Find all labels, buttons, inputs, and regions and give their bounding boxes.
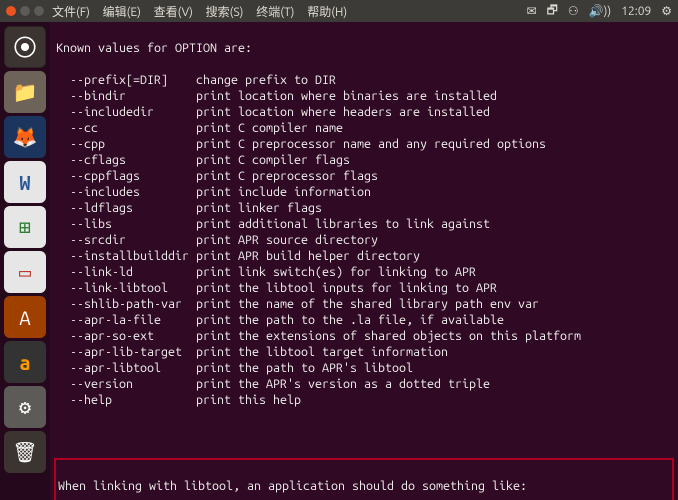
option-desc: print additional libraries to link again… <box>196 216 490 232</box>
option-line: --cflagsprint C compiler flags <box>56 152 672 168</box>
window-controls <box>6 6 44 16</box>
unity-launcher: 📁 🦊 W ⊞ ▭ A a ⚙ 🗑 <box>0 22 50 500</box>
option-desc: print the name of the shared library pat… <box>196 296 539 312</box>
option-desc: print the APR's version as a dotted trip… <box>196 376 490 392</box>
dash-button[interactable] <box>4 26 46 68</box>
option-line: --link-libtoolprint the libtool inputs f… <box>56 280 672 296</box>
option-line: --apr-la-fileprint the path to the .la f… <box>56 312 672 328</box>
option-line: --includesprint include information <box>56 184 672 200</box>
option-flag: --libs <box>56 216 196 232</box>
menu-terminal[interactable]: 终端(T) <box>256 6 294 19</box>
option-flag: --help <box>56 392 196 408</box>
writer-button[interactable]: W <box>4 161 46 203</box>
option-line: --cppflagsprint C preprocessor flags <box>56 168 672 184</box>
option-desc: print link switch(es) for linking to APR <box>196 264 476 280</box>
option-flag: --version <box>56 376 196 392</box>
maximize-icon[interactable] <box>34 6 44 16</box>
option-line: --installbuilddirprint APR build helper … <box>56 248 672 264</box>
option-flag: --prefix[=DIR] <box>56 72 196 88</box>
option-flag: --cppflags <box>56 168 196 184</box>
firefox-button[interactable]: 🦊 <box>4 116 46 158</box>
option-desc: print APR build helper directory <box>196 248 420 264</box>
option-flag: --shlib-path-var <box>56 296 196 312</box>
option-flag: --cpp <box>56 136 196 152</box>
options-header: Known values for OPTION are: <box>56 40 672 56</box>
minimize-icon[interactable] <box>20 6 30 16</box>
option-line: --srcdirprint APR source directory <box>56 232 672 248</box>
option-flag: --includedir <box>56 104 196 120</box>
option-desc: print the libtool target information <box>196 344 448 360</box>
option-flag: --cc <box>56 120 196 136</box>
option-line: --includedirprint location where headers… <box>56 104 672 120</box>
option-line: --helpprint this help <box>56 392 672 408</box>
option-line: --apr-lib-targetprint the libtool target… <box>56 344 672 360</box>
option-desc: print the libtool inputs for linking to … <box>196 280 497 296</box>
option-flag: --srcdir <box>56 232 196 248</box>
app-menus: 文件(F) 编辑(E) 查看(V) 搜索(S) 终端(T) 帮助(H) <box>52 3 357 20</box>
option-line: --link-ldprint link switch(es) for linki… <box>56 264 672 280</box>
highlight-box: When linking with libtool, an applicatio… <box>54 458 674 500</box>
option-flag: --includes <box>56 184 196 200</box>
clock[interactable]: 12:09 <box>621 5 651 18</box>
option-desc: print C compiler flags <box>196 152 350 168</box>
option-line: --libsprint additional libraries to link… <box>56 216 672 232</box>
session-icon[interactable]: ⚙ <box>661 4 672 18</box>
option-desc: print location where headers are install… <box>196 104 490 120</box>
volume-icon[interactable]: 🔊)) <box>589 4 612 18</box>
option-line: --apr-so-extprint the extensions of shar… <box>56 328 672 344</box>
menu-search[interactable]: 搜索(S) <box>206 6 244 19</box>
calc-button[interactable]: ⊞ <box>4 206 46 248</box>
option-desc: print C preprocessor name and any requir… <box>196 136 546 152</box>
menu-edit[interactable]: 编辑(E) <box>103 6 141 19</box>
amazon-button[interactable]: a <box>4 341 46 383</box>
option-desc: print linker flags <box>196 200 322 216</box>
option-flag: --installbuilddir <box>56 248 196 264</box>
network-icon[interactable]: 🗗 <box>547 1 558 22</box>
option-desc: print C compiler name <box>196 120 343 136</box>
menubar: 文件(F) 编辑(E) 查看(V) 搜索(S) 终端(T) 帮助(H) ✉ 🗗 … <box>0 0 678 22</box>
option-desc: print the path to APR's libtool <box>196 360 413 376</box>
option-line: --ccprint C compiler name <box>56 120 672 136</box>
software-button[interactable]: A <box>4 296 46 338</box>
option-line: --prefix[=DIR]change prefix to DIR <box>56 72 672 88</box>
option-desc: print include information <box>196 184 371 200</box>
option-line: --shlib-path-varprint the name of the sh… <box>56 296 672 312</box>
option-flag: --apr-la-file <box>56 312 196 328</box>
option-flag: --apr-lib-target <box>56 344 196 360</box>
menu-file[interactable]: 文件(F) <box>52 6 90 19</box>
option-desc: print C preprocessor flags <box>196 168 378 184</box>
option-desc: change prefix to DIR <box>196 72 336 88</box>
option-flag: --cflags <box>56 152 196 168</box>
trash-button[interactable]: 🗑 <box>4 431 46 473</box>
mail-icon[interactable]: ✉ <box>527 4 537 18</box>
option-flag: --link-libtool <box>56 280 196 296</box>
option-flag: --ldflags <box>56 200 196 216</box>
option-desc: print the extensions of shared objects o… <box>196 328 581 344</box>
close-icon[interactable] <box>6 6 16 16</box>
option-flag: --bindir <box>56 88 196 104</box>
system-tray: ✉ 🗗 ⚇ 🔊)) 12:09 ⚙ <box>527 1 672 22</box>
menu-help[interactable]: 帮助(H) <box>307 6 347 19</box>
option-desc: print location where binaries are instal… <box>196 88 497 104</box>
terminal-output[interactable]: Known values for OPTION are: --prefix[=D… <box>50 22 678 500</box>
option-flag: --apr-libtool <box>56 360 196 376</box>
impress-button[interactable]: ▭ <box>4 251 46 293</box>
option-flag: --link-ld <box>56 264 196 280</box>
option-line: --bindirprint location where binaries ar… <box>56 88 672 104</box>
option-line: --apr-libtoolprint the path to APR's lib… <box>56 360 672 376</box>
settings-button[interactable]: ⚙ <box>4 386 46 428</box>
hl-line: When linking with libtool, an applicatio… <box>58 478 670 494</box>
menu-view[interactable]: 查看(V) <box>154 6 193 19</box>
option-desc: print APR source directory <box>196 232 378 248</box>
option-flag: --apr-so-ext <box>56 328 196 344</box>
option-desc: print this help <box>196 392 301 408</box>
files-button[interactable]: 📁 <box>4 71 46 113</box>
option-line: --cppprint C preprocessor name and any r… <box>56 136 672 152</box>
bluetooth-icon[interactable]: ⚇ <box>568 4 579 18</box>
option-line: --ldflagsprint linker flags <box>56 200 672 216</box>
blank-line <box>56 424 672 440</box>
option-desc: print the path to the .la file, if avail… <box>196 312 504 328</box>
option-line: --versionprint the APR's version as a do… <box>56 376 672 392</box>
